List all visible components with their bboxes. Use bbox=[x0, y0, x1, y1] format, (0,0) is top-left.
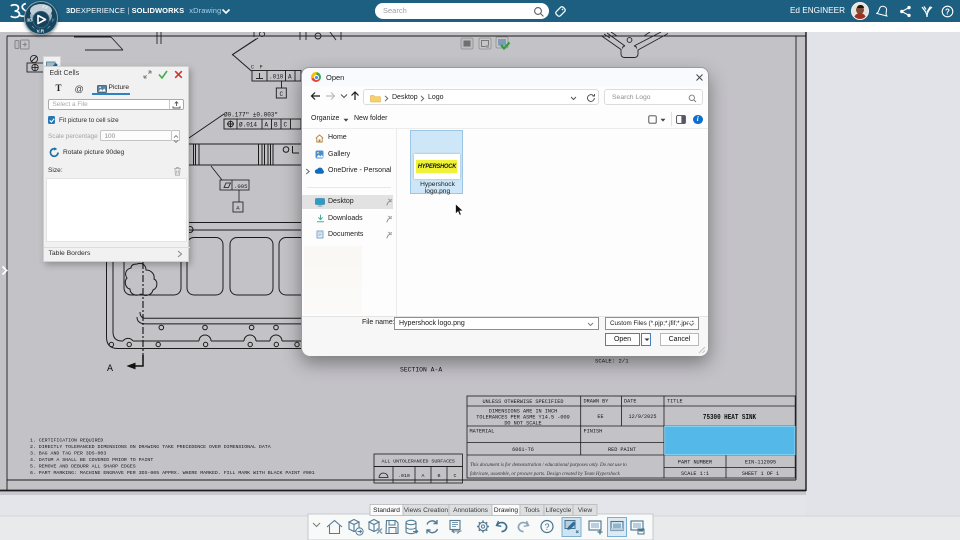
svg-text:Lifecycle: Lifecycle bbox=[546, 507, 572, 514]
svg-text:.010: .010 bbox=[398, 473, 410, 479]
svg-text:Standard: Standard bbox=[373, 507, 400, 514]
svg-text:6. PART MARKING: MACHINE ENGRA: 6. PART MARKING: MACHINE ENGRAVE PER 3DS… bbox=[30, 470, 315, 476]
svg-text:A: A bbox=[107, 364, 113, 375]
svg-text:3D: 3D bbox=[27, 18, 34, 24]
svg-text:DATE: DATE bbox=[624, 399, 636, 405]
svg-text:UNLESS OTHERWISE SPECIFIED: UNLESS OTHERWISE SPECIFIED bbox=[483, 399, 564, 405]
svg-text:C: C bbox=[454, 473, 457, 479]
svg-text:Drawing: Drawing bbox=[494, 507, 519, 514]
svg-text:RED PAINT: RED PAINT bbox=[608, 447, 636, 453]
svg-text:This document is for demonstra: This document is for demonstration / edu… bbox=[470, 463, 627, 468]
svg-text:.010: .010 bbox=[269, 73, 284, 80]
svg-text:EE: EE bbox=[597, 414, 603, 420]
svg-text:.005: .005 bbox=[234, 183, 247, 190]
svg-text:5. REMOVE AND DEBURR ALL SHARP: 5. REMOVE AND DEBURR ALL SHARP EDGES bbox=[30, 464, 136, 470]
svg-text:2. DIRECTLY TOLERANCED DIMENSI: 2. DIRECTLY TOLERANCED DIMENSIONS ON DRA… bbox=[30, 444, 271, 450]
svg-text:MATERIAL: MATERIAL bbox=[470, 429, 495, 435]
svg-text:12/9/2025: 12/9/2025 bbox=[628, 414, 656, 420]
svg-text:75300 HEAT SINK: 75300 HEAT SINK bbox=[703, 413, 757, 422]
svg-text:6061-T6: 6061-T6 bbox=[512, 447, 534, 453]
svg-text:EIN-112095: EIN-112095 bbox=[745, 460, 776, 466]
svg-text:A: A bbox=[265, 122, 269, 129]
svg-text:?: ? bbox=[544, 522, 549, 532]
svg-text:3. BAG AND TAG PER 3DS-003: 3. BAG AND TAG PER 3DS-003 bbox=[30, 451, 106, 457]
svg-text:Ø.014: Ø.014 bbox=[239, 122, 257, 129]
svg-text:Tools: Tools bbox=[524, 507, 540, 514]
svg-text:SECTION A-A: SECTION A-A bbox=[400, 367, 442, 374]
svg-text:1. CERTIFICATION REQUIRED: 1. CERTIFICATION REQUIRED bbox=[30, 438, 103, 444]
svg-text:Annotations: Annotations bbox=[453, 507, 489, 514]
svg-text:SHEET 1 OF 1: SHEET 1 OF 1 bbox=[742, 471, 779, 477]
svg-text:C: C bbox=[280, 91, 284, 98]
svg-text:Views Creation: Views Creation bbox=[404, 507, 449, 514]
svg-text:fabricate, assemble, or procur: fabricate, assemble, or procure parts. D… bbox=[470, 472, 621, 477]
svg-text:SCALE: 2/1: SCALE: 2/1 bbox=[595, 358, 629, 365]
svg-text:SCALE 1:1: SCALE 1:1 bbox=[681, 471, 709, 477]
svg-text:Ø0.177" ±0.003": Ø0.177" ±0.003" bbox=[224, 112, 278, 119]
svg-text:?: ? bbox=[945, 7, 950, 16]
svg-text:PART NUMBER: PART NUMBER bbox=[678, 460, 712, 466]
svg-text:View: View bbox=[578, 507, 592, 514]
svg-text:4. DATUM A SHALL BE COVERED PR: 4. DATUM A SHALL BE COVERED PRIOR TO PAI… bbox=[30, 457, 153, 463]
svg-text:ALL UNTOLERANCED SURFACES: ALL UNTOLERANCED SURFACES bbox=[382, 458, 455, 464]
svg-text:C F: C F bbox=[251, 65, 264, 71]
svg-text:DRAWN BY: DRAWN BY bbox=[584, 399, 610, 405]
svg-text:A: A bbox=[422, 473, 425, 479]
svg-text:B: B bbox=[438, 473, 441, 479]
svg-text:B: B bbox=[274, 122, 278, 129]
svg-text:V.R: V.R bbox=[37, 29, 45, 35]
svg-text:TITLE: TITLE bbox=[667, 399, 683, 405]
svg-text:DO NOT SCALE: DO NOT SCALE bbox=[504, 421, 541, 427]
svg-text:y: y bbox=[51, 17, 55, 22]
svg-text:FINISH: FINISH bbox=[584, 429, 603, 435]
svg-text:A: A bbox=[288, 73, 292, 80]
svg-text:C: C bbox=[284, 122, 288, 129]
